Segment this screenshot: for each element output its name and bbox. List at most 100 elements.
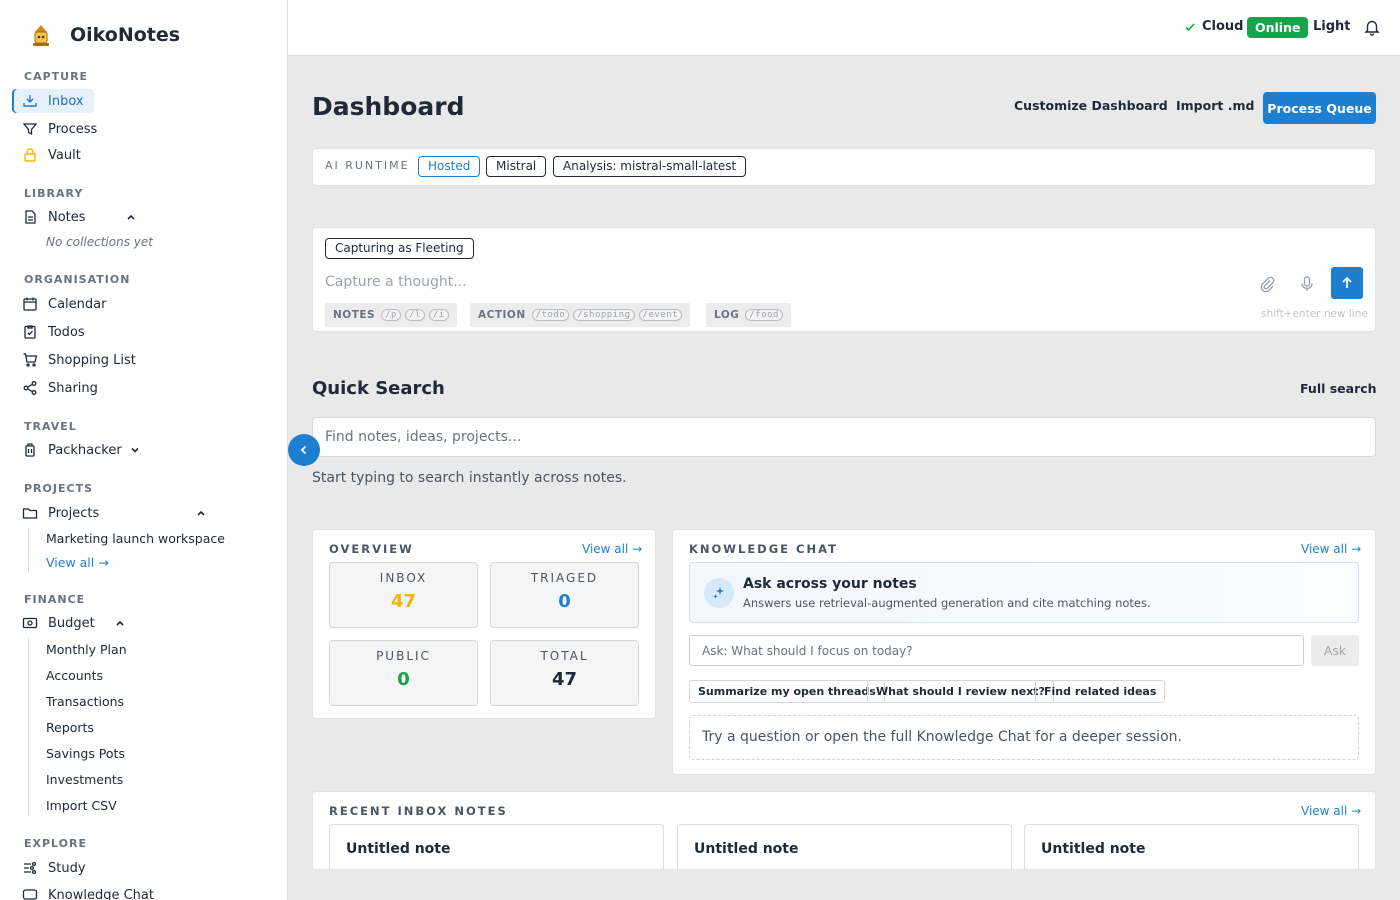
runtime-tag-hosted[interactable]: Hosted bbox=[418, 156, 481, 177]
chevron-up-icon[interactable] bbox=[126, 212, 136, 222]
capture-panel: Capturing as Fleeting Capture a thought.… bbox=[312, 227, 1376, 332]
sidebar-item-label: Budget bbox=[48, 615, 95, 631]
section-finance: FINANCE bbox=[24, 593, 86, 606]
knowledge-chat-view-all-link[interactable]: View all → bbox=[1301, 542, 1361, 556]
sidebar-item-label: Calendar bbox=[48, 296, 107, 312]
command-chip[interactable]: /event bbox=[638, 309, 683, 321]
stat-value: 0 bbox=[558, 591, 571, 612]
sidebar-item-label: Todos bbox=[48, 324, 85, 340]
section-organisation: ORGANISATION bbox=[24, 273, 131, 286]
note-card[interactable]: Untitled note bbox=[329, 824, 664, 869]
sidebar-item-shopping-list[interactable]: Shopping List bbox=[12, 348, 146, 372]
full-search-link[interactable]: Full search bbox=[1300, 381, 1377, 396]
knowledge-chat-input[interactable] bbox=[689, 635, 1304, 666]
suggestion-chip[interactable]: Find related ideas bbox=[1035, 680, 1166, 703]
sidebar-item-sharing[interactable]: Sharing bbox=[12, 376, 108, 400]
capture-input[interactable]: Capture a thought... bbox=[325, 274, 467, 290]
cloud-label: Cloud bbox=[1202, 19, 1244, 34]
projects-view-all-link[interactable]: View all → bbox=[46, 555, 109, 570]
runtime-tag-model[interactable]: Analysis: mistral-small-latest bbox=[553, 156, 747, 177]
collapse-sidebar-button[interactable] bbox=[288, 434, 320, 466]
sidebar-item-packhacker[interactable]: Packhacker bbox=[12, 438, 150, 462]
process-queue-button[interactable]: Process Queue bbox=[1263, 92, 1376, 124]
quick-search-input[interactable] bbox=[312, 417, 1376, 457]
sidebar-item-label: Process bbox=[48, 121, 98, 137]
suggestion-chip[interactable]: Summarize my open threads bbox=[689, 680, 885, 703]
command-chip[interactable]: /shopping bbox=[573, 309, 635, 321]
note-title: Untitled note bbox=[1041, 841, 1146, 857]
command-group-label: LOG bbox=[714, 309, 740, 321]
ask-button[interactable]: Ask bbox=[1311, 635, 1359, 666]
chevron-left-icon bbox=[298, 444, 310, 456]
sidebar-item-study[interactable]: Study bbox=[12, 856, 96, 880]
microphone-icon[interactable] bbox=[1298, 275, 1316, 293]
command-chip[interactable]: /p bbox=[381, 309, 401, 321]
brand[interactable]: OikoNotes bbox=[30, 22, 180, 48]
sidebar-item-label: Packhacker bbox=[48, 442, 122, 458]
runtime-tag-provider[interactable]: Mistral bbox=[486, 156, 547, 177]
budget-item-accounts[interactable]: Accounts bbox=[46, 668, 103, 683]
check-icon bbox=[1184, 21, 1202, 33]
ai-runtime-label: AI RUNTIME bbox=[325, 159, 410, 172]
stat-label: TOTAL bbox=[540, 649, 589, 663]
chevron-down-icon[interactable] bbox=[130, 445, 140, 455]
stat-public[interactable]: PUBLIC 0 bbox=[329, 640, 478, 706]
budget-item-reports[interactable]: Reports bbox=[46, 720, 94, 735]
sidebar-item-label: Shopping List bbox=[48, 352, 136, 368]
tree-line bbox=[28, 638, 29, 816]
sidebar-item-knowledge-chat[interactable]: Knowledge Chat bbox=[12, 883, 164, 900]
import-md-button[interactable]: Import .md bbox=[1176, 98, 1254, 113]
recent-view-all-link[interactable]: View all → bbox=[1301, 804, 1361, 818]
bell-icon[interactable] bbox=[1363, 18, 1381, 36]
stat-triaged[interactable]: TRIAGED 0 bbox=[490, 562, 639, 628]
budget-item-investments[interactable]: Investments bbox=[46, 772, 123, 787]
topbar: Cloud Online Light bbox=[288, 0, 1400, 56]
sidebar-item-vault[interactable]: Vault bbox=[12, 143, 91, 167]
sidebar-item-budget[interactable]: Budget bbox=[12, 611, 135, 635]
chevron-up-icon[interactable] bbox=[196, 508, 206, 518]
suggestion-chip[interactable]: What should I review next? bbox=[867, 680, 1054, 703]
note-title: Untitled note bbox=[694, 841, 799, 857]
document-icon bbox=[22, 209, 38, 225]
sidebar-item-notes[interactable]: Notes bbox=[12, 205, 146, 229]
sidebar-item-label: Inbox bbox=[48, 93, 84, 109]
command-chip[interactable]: /i bbox=[428, 309, 449, 321]
sidebar-item-label: Projects bbox=[48, 505, 100, 521]
stat-value: 47 bbox=[390, 591, 417, 612]
command-chip[interactable]: /food bbox=[745, 309, 783, 321]
budget-item-savings-pots[interactable]: Savings Pots bbox=[46, 746, 125, 761]
sidebar: OikoNotes CAPTURE Inbox Process Vault LI… bbox=[0, 0, 288, 900]
overview-card: OVERVIEW View all → INBOX 47 TRIAGED 0 P… bbox=[312, 529, 656, 719]
sidebar-item-calendar[interactable]: Calendar bbox=[12, 292, 116, 316]
send-capture-button[interactable] bbox=[1331, 267, 1363, 299]
note-title: Untitled note bbox=[346, 841, 451, 857]
customize-dashboard-button[interactable]: Customize Dashboard bbox=[1014, 98, 1168, 113]
capture-mode-badge[interactable]: Capturing as Fleeting bbox=[325, 238, 474, 259]
budget-item-transactions[interactable]: Transactions bbox=[46, 694, 124, 709]
note-card[interactable]: Untitled note bbox=[1024, 824, 1359, 869]
section-projects: PROJECTS bbox=[24, 482, 93, 495]
overview-view-all-link[interactable]: View all → bbox=[582, 542, 642, 556]
section-library: LIBRARY bbox=[24, 187, 84, 200]
chevron-up-icon[interactable] bbox=[115, 618, 125, 628]
stat-inbox[interactable]: INBOX 47 bbox=[329, 562, 478, 628]
sidebar-item-projects[interactable]: Projects bbox=[12, 501, 216, 525]
note-card[interactable]: Untitled note bbox=[677, 824, 1012, 869]
stat-total[interactable]: TOTAL 47 bbox=[490, 640, 639, 706]
theme-toggle[interactable]: Light bbox=[1313, 19, 1351, 34]
sidebar-item-label: Knowledge Chat bbox=[48, 887, 154, 900]
sidebar-item-todos[interactable]: Todos bbox=[12, 320, 95, 344]
ask-subtitle: Answers use retrieval-augmented generati… bbox=[743, 596, 1151, 610]
sidebar-item-inbox[interactable]: Inbox bbox=[12, 89, 94, 113]
paperclip-icon[interactable] bbox=[1258, 275, 1276, 293]
stat-value: 47 bbox=[551, 669, 578, 690]
command-chip[interactable]: /l bbox=[404, 309, 425, 321]
sidebar-item-process[interactable]: Process bbox=[12, 117, 107, 141]
wallet-icon bbox=[22, 615, 38, 631]
stat-label: TRIAGED bbox=[530, 571, 599, 585]
budget-item-import-csv[interactable]: Import CSV bbox=[46, 798, 117, 813]
command-chip[interactable]: /todo bbox=[531, 309, 570, 321]
budget-item-monthly-plan[interactable]: Monthly Plan bbox=[46, 642, 127, 657]
command-group-notes: NOTES /p /l /i bbox=[325, 303, 457, 327]
project-item[interactable]: Marketing launch workspace bbox=[46, 531, 225, 546]
